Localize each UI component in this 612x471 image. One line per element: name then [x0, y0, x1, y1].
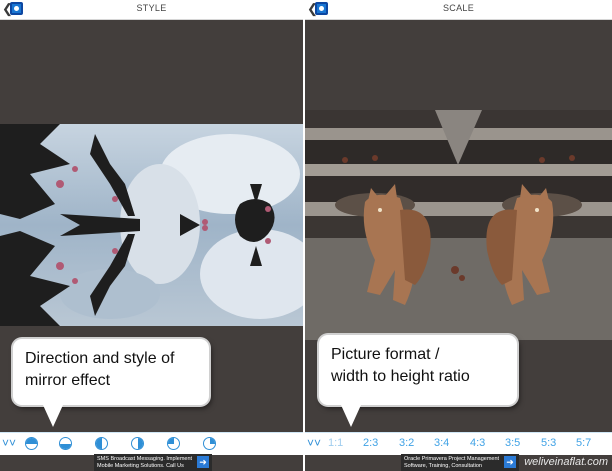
callout-line-1: Direction and style of — [25, 350, 175, 367]
scale-callout: Picture format / width to height ratio — [319, 335, 517, 427]
ratio-3-5[interactable]: 3:5 — [505, 436, 520, 450]
double-chevron-down-icon[interactable]: ˅˅ — [307, 436, 321, 450]
callout-tail — [341, 405, 361, 427]
ad-line-1: SMS Broadcast Messaging. Implement — [97, 456, 193, 462]
ratio-2-3[interactable]: 2:3 — [363, 436, 378, 450]
ratio-3-4[interactable]: 3:4 — [434, 436, 449, 450]
style-callout: Direction and style of mirror effect — [13, 339, 209, 427]
scale-toolbar: ˅˅ 1:1 2:3 3:2 3:4 4:3 3:5 5:3 5:7 — [305, 432, 612, 455]
callout-line-1: Picture format / — [331, 346, 440, 363]
mirrored-cat-photo — [305, 110, 612, 340]
ratio-3-2[interactable]: 3:2 — [399, 436, 414, 450]
style-toolbar: ˅˅ — [0, 432, 303, 455]
mirror-top-half-icon[interactable] — [25, 437, 38, 450]
ratio-5-3[interactable]: 5:3 — [541, 436, 556, 450]
callout-tail — [43, 405, 63, 427]
ad-banner[interactable]: SMS Broadcast Messaging. Implement Mobil… — [94, 454, 212, 471]
mirror-quarter-icon[interactable] — [167, 437, 180, 450]
arrow-right-icon[interactable]: ➜ — [504, 456, 516, 468]
ad-line-2: Mobile Marketing Solutions. Call Us — [97, 462, 184, 469]
ad-line-2: Software, Training, Consultation — [404, 462, 482, 469]
ratio-4-3[interactable]: 4:3 — [470, 436, 485, 450]
ad-line-1: Oracle Primavera Project Management — [404, 456, 500, 462]
mirrored-photo — [0, 124, 303, 326]
mirror-quarter-alt-icon[interactable] — [203, 437, 216, 450]
ratio-1-1[interactable]: 1:1 — [328, 436, 343, 450]
top-bar: ❮ SCALE — [305, 0, 612, 20]
top-bar: ❮ STYLE — [0, 0, 303, 20]
scale-screen: ❮ SCALE Picture format / width to height… — [305, 0, 612, 471]
double-chevron-down-icon[interactable]: ˅˅ — [2, 436, 16, 450]
mirror-left-half-icon[interactable] — [95, 437, 108, 450]
site-watermark: weliveinaflat.com — [524, 456, 608, 468]
callout-line-2: mirror effect — [25, 372, 111, 389]
mirror-right-half-icon[interactable] — [131, 437, 144, 450]
ad-banner[interactable]: Oracle Primavera Project Management Soft… — [401, 454, 519, 471]
arrow-right-icon[interactable]: ➜ — [197, 456, 209, 468]
screen-title: SCALE — [442, 3, 474, 13]
mirror-bottom-half-icon[interactable] — [59, 437, 72, 450]
callout-line-2: width to height ratio — [331, 368, 470, 385]
ratio-5-7[interactable]: 5:7 — [576, 436, 591, 450]
style-screen: ❮ STYLE Direction and style of mirror ef… — [0, 0, 303, 471]
screen-title: STYLE — [136, 3, 167, 13]
